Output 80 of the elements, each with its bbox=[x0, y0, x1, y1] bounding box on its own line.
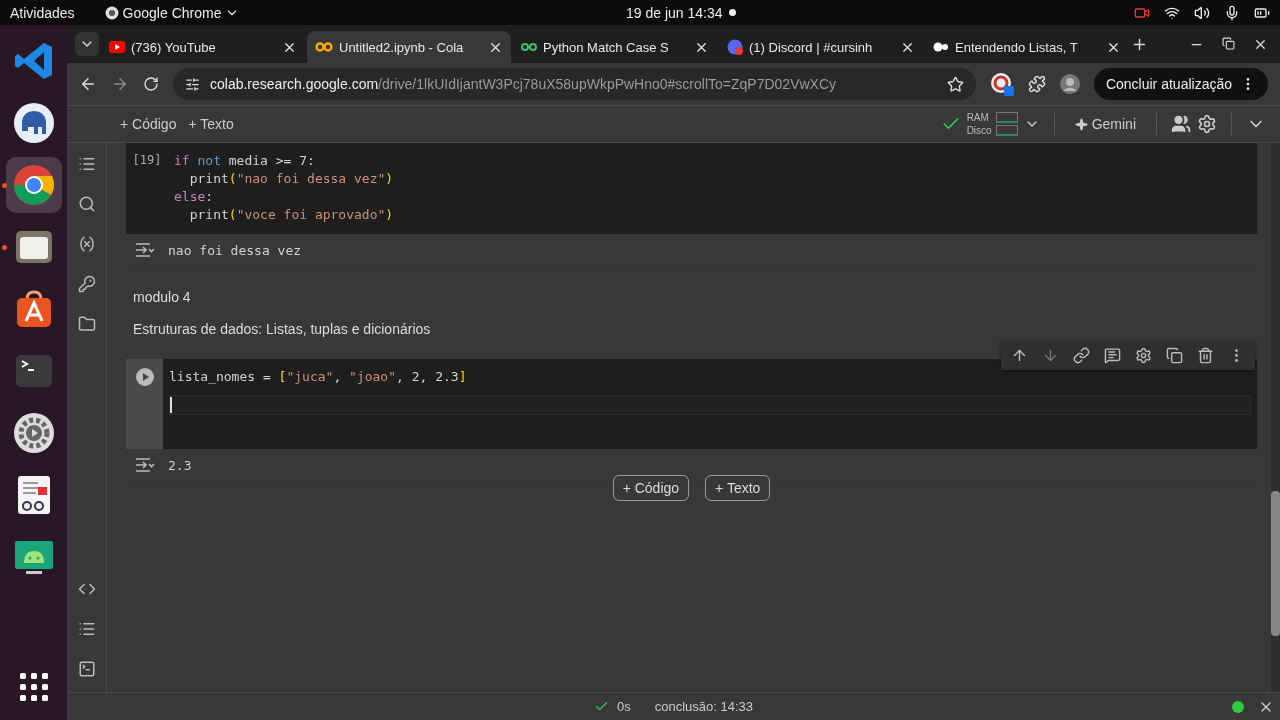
browser-tab[interactable]: Entendendo Listas, T bbox=[925, 31, 1129, 63]
text-cursor bbox=[170, 397, 172, 413]
extensions-icon[interactable] bbox=[1027, 75, 1046, 93]
run-icon[interactable] bbox=[135, 368, 154, 386]
profile-avatar-icon[interactable] bbox=[1059, 74, 1080, 94]
star-icon[interactable] bbox=[946, 75, 964, 93]
app-grid-icon[interactable] bbox=[18, 672, 49, 702]
terminal-icon[interactable] bbox=[77, 660, 96, 678]
code-line: lista_nomes = ["juca", "joao", 2, 2.3] bbox=[169, 368, 468, 386]
code-line: print("nao foi dessa vez") bbox=[188, 170, 395, 188]
extension-icon[interactable] bbox=[989, 72, 1014, 96]
chat-app-icon bbox=[727, 39, 743, 55]
output-icon[interactable] bbox=[134, 241, 156, 259]
disk-label: Disco bbox=[966, 125, 992, 136]
link-icon[interactable] bbox=[1073, 347, 1090, 364]
address-bar[interactable]: colab.research.google.com/drive/1lkUIdIjantW3Pcj78uX58upWkpPwHno0#scrollTo=ZqP7D02VwXCy bbox=[173, 68, 976, 100]
video-play-icon bbox=[109, 41, 125, 53]
activities-button[interactable]: Atividades bbox=[10, 4, 75, 21]
add-text-button[interactable]: + Texto bbox=[182, 112, 240, 136]
output-text: 2.3 bbox=[168, 457, 192, 473]
sparkle-icon[interactable] bbox=[1074, 117, 1088, 131]
tab-title: (736) YouTube bbox=[131, 39, 216, 55]
insert-text-button[interactable]: + Texto bbox=[705, 475, 771, 501]
tab-title: Untitled2.ipynb - Cola bbox=[339, 39, 464, 55]
markdown-text: modulo 4 bbox=[133, 289, 191, 305]
scrollbar-thumb[interactable] bbox=[1271, 491, 1280, 636]
add-code-button[interactable]: + Código bbox=[114, 112, 183, 136]
browser-tab[interactable]: Untitled2.ipynb - Cola bbox=[307, 31, 511, 63]
date-time[interactable]: 19 de jun 14:34 bbox=[626, 4, 723, 21]
completion-time: conclusão: 14:33 bbox=[654, 699, 753, 714]
notification-dot-icon bbox=[728, 9, 736, 16]
dots-icon bbox=[933, 42, 949, 52]
output-icon[interactable] bbox=[134, 456, 156, 474]
ram-label: RAM bbox=[966, 112, 990, 123]
browser-tab[interactable]: (736) YouTube bbox=[101, 31, 305, 63]
gemini-button[interactable]: Gemini bbox=[1068, 112, 1142, 136]
move-up-icon[interactable] bbox=[1011, 347, 1028, 364]
tab-title: (1) Discord | #cursinh bbox=[749, 39, 873, 55]
tab-title: Entendendo Listas, T bbox=[955, 39, 1078, 55]
settings-icon[interactable] bbox=[1197, 114, 1217, 134]
link-icon bbox=[521, 42, 537, 52]
insert-code-button[interactable]: + Código bbox=[612, 475, 690, 501]
code-line: if not media >= 7: bbox=[174, 152, 316, 170]
copy-icon[interactable] bbox=[1166, 347, 1183, 364]
tab-title: Python Match Case S bbox=[543, 39, 669, 55]
code-line: print("voce foi aprovado") bbox=[188, 206, 395, 224]
connection-dot bbox=[1232, 700, 1244, 713]
code-line: else: bbox=[174, 188, 215, 206]
execution-count: [19] bbox=[132, 153, 162, 169]
settings-icon[interactable] bbox=[1135, 347, 1152, 364]
gear-icon[interactable] bbox=[11, 411, 56, 455]
forward-icon[interactable] bbox=[111, 75, 129, 93]
infinity-icon bbox=[315, 42, 333, 52]
search-icon[interactable] bbox=[77, 195, 96, 213]
comment-icon[interactable] bbox=[1104, 347, 1121, 364]
site-settings-icon[interactable] bbox=[185, 76, 200, 92]
back-icon[interactable] bbox=[79, 75, 97, 93]
code-cell[interactable]: [19] if not media >= 7: print("nao foi dessa vez") else: print("voce foi aprovado") bbox=[126, 143, 1257, 234]
table-of-contents-icon[interactable] bbox=[77, 155, 96, 173]
move-down-icon[interactable] bbox=[1042, 347, 1059, 364]
update-button[interactable]: Concluir atualização bbox=[1093, 68, 1268, 100]
command-palette-icon[interactable] bbox=[77, 620, 96, 638]
url-text: colab.research.google.com/drive/1lkUIdIjantW3Pcj78uX58upWkpPwHno0#scrollTo=ZqP7D02VwXCy bbox=[210, 76, 837, 92]
code-cell[interactable]: lista_nomes = ["juca", "joao", 2, 2.3] bbox=[126, 359, 1257, 449]
key-icon[interactable] bbox=[77, 275, 96, 293]
output-text: nao foi dessa vez bbox=[168, 242, 302, 258]
reload-icon[interactable] bbox=[143, 76, 159, 92]
variables-icon[interactable] bbox=[77, 235, 96, 253]
browser-tab[interactable]: Python Match Case S bbox=[513, 31, 717, 63]
microphone-icon[interactable] bbox=[1224, 4, 1240, 21]
markdown-text: Estruturas de dados: Listas, tuplas e dicionários bbox=[133, 321, 431, 337]
resource-meter[interactable]: RAM Disco bbox=[966, 112, 1018, 136]
browser-tab[interactable]: (1) Discord | #cursinh bbox=[719, 31, 923, 63]
run-duration: 0s bbox=[617, 699, 631, 714]
app-menu[interactable]: Google Chrome bbox=[122, 4, 222, 21]
volume-icon[interactable] bbox=[1194, 4, 1210, 21]
folder-icon[interactable] bbox=[77, 315, 96, 333]
restore-icon[interactable] bbox=[1222, 36, 1235, 52]
delete-icon[interactable] bbox=[1197, 347, 1214, 364]
people-icon[interactable] bbox=[1171, 114, 1191, 134]
